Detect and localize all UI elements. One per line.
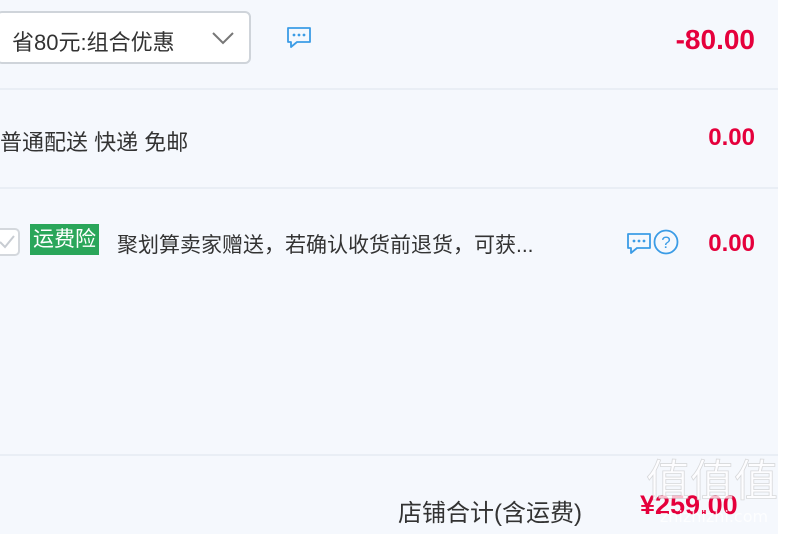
- insurance-amount: 0.00: [708, 230, 755, 257]
- chat-bubble-icon[interactable]: [286, 26, 312, 48]
- store-total-label: 店铺合计(含运费): [398, 500, 582, 527]
- help-circle-icon[interactable]: ?: [653, 229, 679, 255]
- chat-bubble-icon[interactable]: [626, 232, 652, 254]
- store-total-value: ¥259.00: [640, 490, 738, 520]
- right-edge: [778, 0, 790, 534]
- insurance-checkbox[interactable]: [0, 228, 20, 256]
- divider: [0, 88, 778, 90]
- divider: [0, 454, 778, 456]
- divider: [0, 187, 778, 189]
- promo-select[interactable]: 省80元:组合优惠: [0, 11, 251, 64]
- delivery-method[interactable]: 普通配送 快递 免邮: [0, 125, 188, 157]
- delivery-amount: 0.00: [708, 124, 755, 151]
- chevron-down-icon: [212, 32, 234, 45]
- checkmark-icon: [0, 235, 15, 249]
- svg-text:?: ?: [661, 233, 670, 252]
- insurance-description: 聚划算卖家赠送，若确认收货前退货，可获...: [117, 234, 534, 257]
- promo-select-label: 省80元:组合优惠: [12, 30, 175, 55]
- promo-amount: -80.00: [675, 24, 755, 55]
- insurance-tag: 运费险: [30, 224, 99, 255]
- order-summary-panel: 省80元:组合优惠 -80.00 普通配送 快递 免邮 0.00 运费险 聚划算…: [0, 0, 778, 534]
